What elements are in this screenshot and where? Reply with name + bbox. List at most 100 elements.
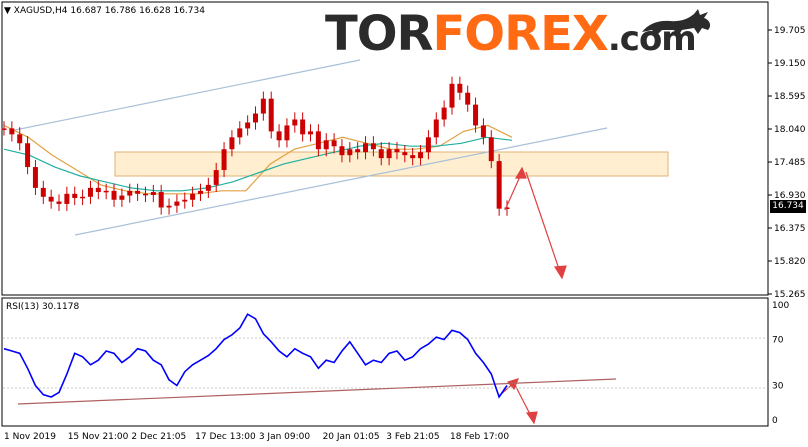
time-tick-label: 15 Nov 21:00 — [68, 432, 129, 442]
candle-body — [260, 98, 266, 114]
candle-body — [441, 107, 447, 120]
candle-body — [182, 199, 188, 202]
candle-body — [9, 128, 15, 135]
time-tick-label: 3 Jan 09:00 — [259, 432, 311, 442]
candle-body — [418, 152, 424, 159]
ohlc-values: 16.687 16.786 16.628 16.734 — [70, 6, 205, 16]
candle-body — [135, 190, 141, 194]
time-tick-label: 17 Dec 13:00 — [195, 432, 256, 442]
candle-body — [253, 113, 258, 123]
candle-body — [56, 201, 62, 204]
candle-body — [394, 149, 400, 153]
time-tick-label: 1 Nov 2019 — [4, 432, 56, 442]
time-axis: 1 Nov 2019 15 Nov 21:00 2 Dec 21:05 17 Dec … — [4, 432, 509, 442]
candle-body — [25, 143, 31, 168]
candle-body — [457, 83, 463, 93]
channel-lower-line — [74, 127, 608, 236]
bull-logo-icon — [642, 9, 711, 36]
candle-body — [17, 134, 23, 144]
candle-body — [40, 187, 46, 197]
candle-body — [292, 119, 298, 126]
time-tick-label: 2 Dec 21:05 — [131, 432, 186, 442]
rsi-line — [3, 313, 508, 399]
candle-body — [300, 119, 306, 135]
time-tick-label: 3 Feb 21:05 — [386, 432, 439, 442]
candle-body — [48, 196, 54, 202]
price-tick-label: 19.705 — [774, 26, 806, 36]
candle-body — [229, 137, 235, 150]
candle-body — [315, 131, 321, 150]
price-axis: 19.70519.15018.59518.04017.48516.93016.3… — [768, 26, 806, 300]
candle-body — [386, 149, 392, 159]
candle-body — [72, 193, 78, 198]
candle-body — [268, 98, 274, 132]
candle-body — [433, 119, 439, 138]
candle-body — [496, 161, 502, 209]
candle-body — [213, 170, 219, 185]
candle-body — [205, 184, 211, 191]
candle-body — [95, 187, 101, 193]
candle-body — [221, 149, 227, 171]
candle-body — [378, 149, 384, 159]
rsi-tick-label: 70 — [772, 336, 784, 346]
rsi-panel-frame — [1, 297, 769, 427]
candle-body — [64, 193, 70, 204]
candle-body — [158, 192, 164, 208]
candle-body — [347, 149, 353, 156]
candle-body — [142, 193, 148, 196]
candle-body — [119, 195, 125, 200]
price-tick-label: 17.485 — [774, 158, 806, 168]
candle-body — [166, 205, 172, 208]
candle-body — [284, 125, 290, 141]
rsi-header: RSI(13) 30.1178 — [6, 302, 80, 312]
candle-body — [174, 201, 180, 206]
rsi-levels — [3, 337, 767, 389]
candle-body — [32, 167, 38, 188]
candle-body — [402, 152, 408, 156]
symbol-label: XAGUSD,H4 — [13, 6, 68, 16]
candle-body — [127, 190, 133, 196]
candle-body — [480, 125, 486, 138]
candle-body — [197, 190, 203, 194]
candle-body — [111, 190, 117, 200]
candle-body — [425, 137, 431, 153]
price-tick-label: 18.595 — [774, 92, 806, 102]
chart-canvas: 19.70519.15018.59518.04017.48516.93016.3… — [1, 1, 806, 442]
candle-body — [363, 143, 369, 153]
candle-body — [465, 92, 471, 105]
price-tick-label: 16.375 — [774, 224, 806, 234]
candle-body — [339, 146, 345, 156]
candle-body — [370, 143, 376, 150]
candle-body — [190, 193, 196, 200]
channel-upper-line — [14, 59, 361, 131]
time-tick-label: 20 Jan 01:05 — [323, 432, 380, 442]
rsi-trendline — [17, 378, 617, 405]
rsi-tick-label: 100 — [772, 301, 789, 311]
candle-body — [355, 149, 361, 153]
price-tick-label: 15.265 — [774, 290, 806, 300]
candle-body — [87, 187, 93, 197]
candle-body — [488, 137, 494, 162]
candle-body — [276, 131, 282, 141]
time-tick-label: 18 Feb 17:00 — [450, 432, 509, 442]
price-tick-label: 18.040 — [774, 125, 806, 135]
candle-body — [1, 128, 7, 130]
price-tick-label: 15.820 — [774, 257, 806, 267]
candle-body — [103, 190, 109, 193]
candle-body — [323, 140, 329, 150]
rsi-axis: 100 70 30 0 — [772, 301, 789, 426]
candle-body — [331, 140, 337, 147]
current-price-tag: 16.734 — [770, 200, 806, 213]
price-tick-label: 19.150 — [774, 59, 806, 69]
rsi-tick-label: 30 — [772, 382, 784, 392]
candle-body — [473, 104, 479, 126]
candle-body — [80, 196, 86, 199]
candle-body — [150, 192, 156, 195]
collapse-triangle-icon[interactable]: ▼ — [4, 6, 11, 16]
candle-body — [449, 83, 455, 108]
candle-body — [237, 128, 243, 138]
rsi-tick-label: 0 — [772, 416, 778, 426]
candle-body — [308, 131, 314, 135]
candle-body — [410, 155, 416, 159]
symbol-header: ▼ XAGUSD,H4 16.687 16.786 16.628 16.734 — [4, 6, 205, 16]
